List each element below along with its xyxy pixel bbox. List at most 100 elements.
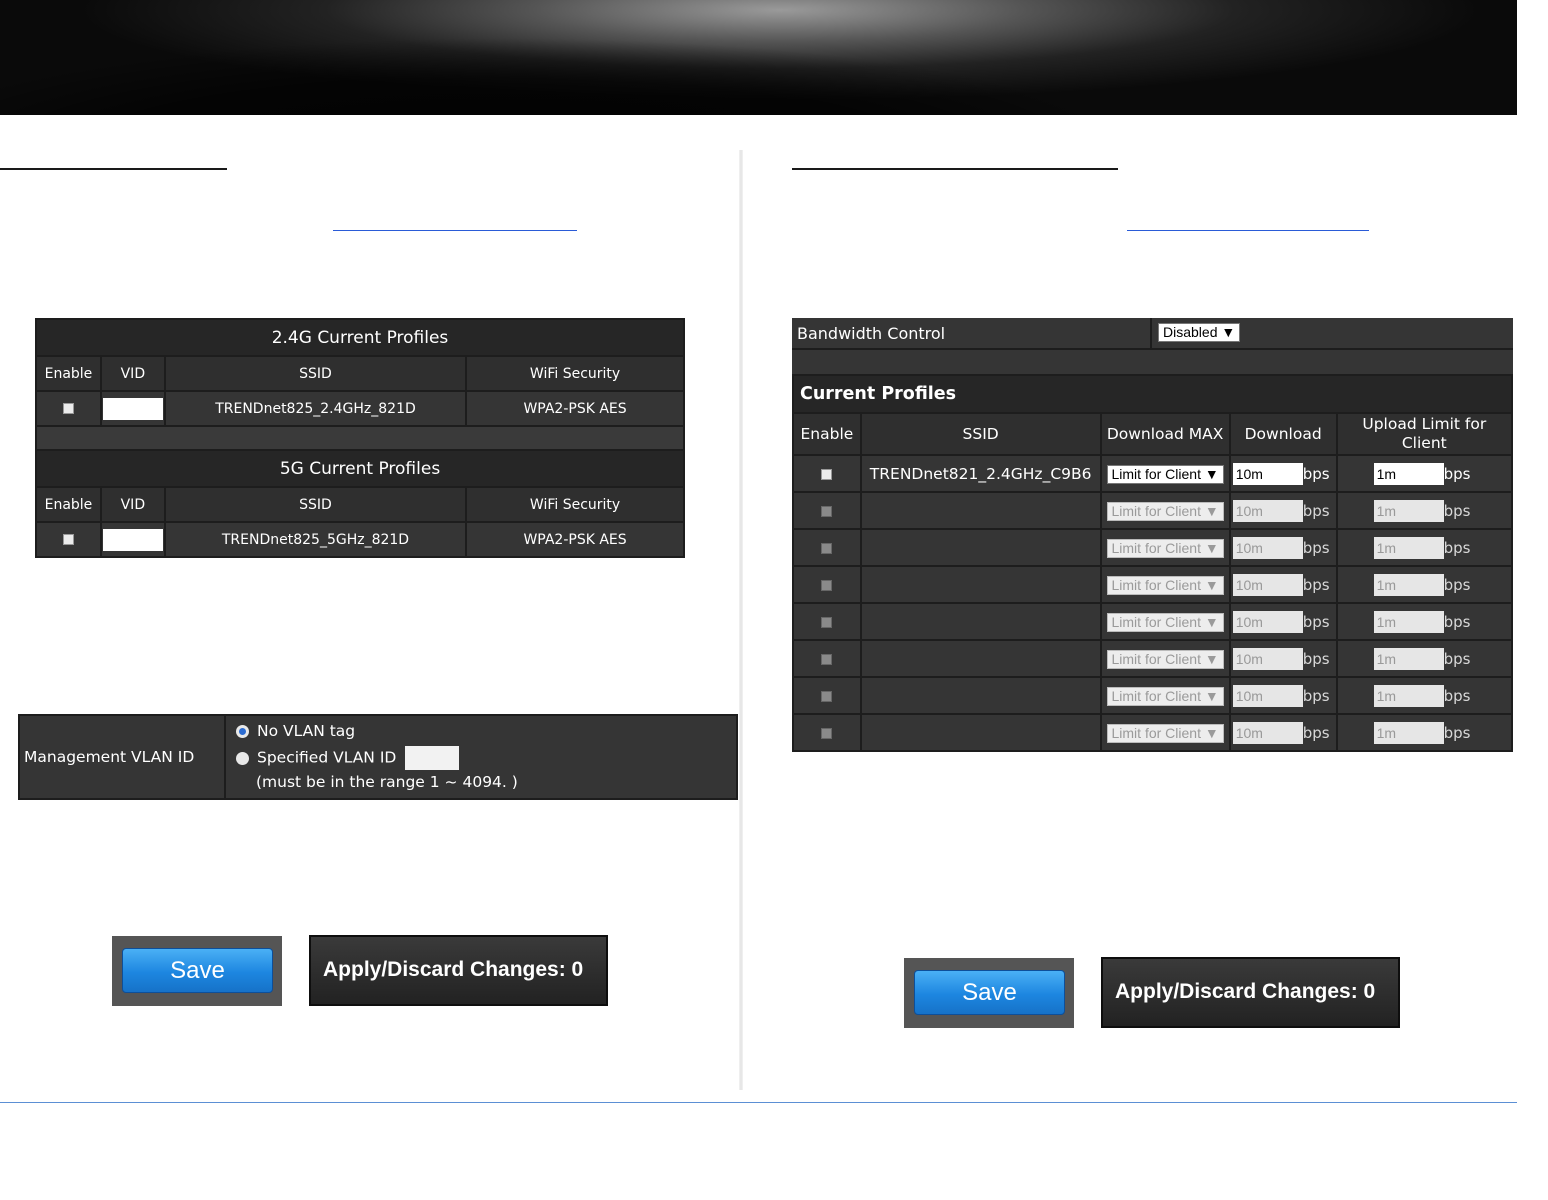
download-input[interactable]: 10m xyxy=(1232,721,1303,744)
enable-checkbox[interactable] xyxy=(821,506,833,517)
upload-unit: bps xyxy=(1443,649,1471,668)
table-row: Limit for Client ▼ 10m bps 1m bps xyxy=(792,639,1514,678)
table-row: Limit for Client ▼ 10m bps 1m bps xyxy=(792,528,1514,567)
enable-checkbox[interactable] xyxy=(821,617,833,628)
download-input[interactable]: 10m xyxy=(1232,536,1303,559)
management-vlan-label: Management VLAN ID xyxy=(20,716,226,798)
col-vid: VID xyxy=(99,355,166,392)
save-button[interactable]: Save xyxy=(914,970,1065,1015)
ssid-cell xyxy=(859,713,1102,752)
right-save-frame: Save xyxy=(904,958,1074,1028)
download-max-select[interactable]: Limit for Client ▼ xyxy=(1106,723,1224,743)
specified-vlan-label: Specified VLAN ID xyxy=(257,748,397,767)
ssid-cell xyxy=(859,602,1102,641)
ssid-cell xyxy=(859,565,1102,604)
enable-checkbox[interactable] xyxy=(62,403,74,414)
security-cell: WPA2-PSK AES xyxy=(465,390,685,427)
enable-checkbox[interactable] xyxy=(821,543,833,554)
security-cell: WPA2-PSK AES xyxy=(465,521,685,558)
download-unit: bps xyxy=(1302,612,1330,631)
upload-unit: bps xyxy=(1443,501,1471,520)
upload-input[interactable]: 1m xyxy=(1373,721,1444,744)
enable-checkbox[interactable] xyxy=(821,691,833,702)
apply-discard-button[interactable]: Apply/Discard Changes: 0 xyxy=(309,935,608,1006)
ssid-cell: TRENDnet821_2.4GHz_C9B6 xyxy=(859,454,1102,493)
col-enable: Enable xyxy=(792,412,862,456)
profiles-24g-header-row: Enable VID SSID WiFi Security xyxy=(35,355,685,392)
ssid-cell: TRENDnet825_5GHz_821D xyxy=(163,521,468,558)
upload-input[interactable]: 1m xyxy=(1373,499,1444,522)
download-unit: bps xyxy=(1302,649,1330,668)
apply-discard-button[interactable]: Apply/Discard Changes: 0 xyxy=(1101,957,1400,1028)
download-max-select[interactable]: Limit for Client ▼ xyxy=(1106,501,1224,521)
right-link-underline[interactable] xyxy=(1127,230,1369,231)
col-ssid: SSID xyxy=(163,486,468,523)
download-input[interactable]: 10m xyxy=(1232,462,1303,485)
download-input[interactable]: 10m xyxy=(1232,499,1303,522)
save-button[interactable]: Save xyxy=(122,948,273,993)
no-vlan-tag-option[interactable]: No VLAN tag xyxy=(236,722,355,740)
table-row: TRENDnet821_2.4GHz_C9B6 Limit for Client … xyxy=(792,454,1514,493)
col-ssid: SSID xyxy=(163,355,468,392)
spacer-row xyxy=(35,425,685,451)
download-input[interactable]: 10m xyxy=(1232,647,1303,670)
table-row: Limit for Client ▼ 10m bps 1m bps xyxy=(792,602,1514,641)
column-divider xyxy=(739,150,743,1090)
bandwidth-profiles-table: Current Profiles Enable SSID Download MA… xyxy=(792,374,1514,752)
enable-checkbox[interactable] xyxy=(821,469,833,480)
upload-input[interactable]: 1m xyxy=(1373,536,1444,559)
col-download-max: Download MAX xyxy=(1099,412,1231,456)
col-enable: Enable xyxy=(35,486,102,523)
upload-unit: bps xyxy=(1443,723,1471,742)
enable-checkbox[interactable] xyxy=(821,654,833,665)
table-row: Limit for Client ▼ 10m bps 1m bps xyxy=(792,565,1514,604)
specified-vlan-radio[interactable] xyxy=(236,751,249,765)
download-unit: bps xyxy=(1302,538,1330,557)
download-max-select[interactable]: Limit for Client ▼ xyxy=(1106,649,1224,669)
download-unit: bps xyxy=(1302,686,1330,705)
col-security: WiFi Security xyxy=(465,355,685,392)
table-row: Limit for Client ▼ 10m bps 1m bps xyxy=(792,491,1514,530)
upload-input[interactable]: 1m xyxy=(1373,610,1444,633)
download-input[interactable]: 10m xyxy=(1232,573,1303,596)
upload-input[interactable]: 1m xyxy=(1373,684,1444,707)
upload-unit: bps xyxy=(1443,686,1471,705)
download-max-select[interactable]: Limit for Client ▼ xyxy=(1106,464,1224,484)
download-unit: bps xyxy=(1302,575,1330,594)
download-max-select[interactable]: Limit for Client ▼ xyxy=(1106,686,1224,706)
header-banner-wave xyxy=(0,0,1517,115)
vid-input[interactable] xyxy=(102,528,163,551)
bandwidth-control-label: Bandwidth Control xyxy=(792,318,1152,350)
enable-checkbox[interactable] xyxy=(821,728,833,739)
enable-checkbox[interactable] xyxy=(821,580,833,591)
col-security: WiFi Security xyxy=(465,486,685,523)
left-save-frame: Save xyxy=(112,936,282,1006)
bandwidth-control-panel: Bandwidth Control Disabled ▼ xyxy=(792,318,1513,374)
download-input[interactable]: 10m xyxy=(1232,684,1303,707)
left-link-underline[interactable] xyxy=(333,230,577,231)
download-unit: bps xyxy=(1302,464,1330,483)
upload-input[interactable]: 1m xyxy=(1373,647,1444,670)
table-row: Limit for Client ▼ 10m bps 1m bps xyxy=(792,676,1514,715)
ssid-cell: TRENDnet825_2.4GHz_821D xyxy=(163,390,468,427)
vlan-range-note: (must be in the range 1 ~ 4094. ) xyxy=(256,773,518,791)
download-max-select[interactable]: Limit for Client ▼ xyxy=(1106,538,1224,558)
table-row: TRENDnet825_5GHz_821D WPA2-PSK AES xyxy=(35,521,685,558)
vid-input[interactable] xyxy=(102,397,163,420)
col-ssid: SSID xyxy=(859,412,1102,456)
upload-input[interactable]: 1m xyxy=(1373,573,1444,596)
download-max-select[interactable]: Limit for Client ▼ xyxy=(1106,575,1224,595)
vlan-id-input[interactable] xyxy=(405,746,460,770)
upload-input[interactable]: 1m xyxy=(1373,462,1444,485)
download-max-select[interactable]: Limit for Client ▼ xyxy=(1106,612,1224,632)
specified-vlan-option[interactable]: Specified VLAN ID xyxy=(236,746,460,770)
bandwidth-control-select[interactable]: Disabled ▼ xyxy=(1158,323,1241,342)
download-unit: bps xyxy=(1302,501,1330,520)
bandwidth-control-cell: Disabled ▼ xyxy=(1152,318,1513,350)
ssid-cell xyxy=(859,528,1102,567)
download-input[interactable]: 10m xyxy=(1232,610,1303,633)
table-row: TRENDnet825_2.4GHz_821D WPA2-PSK AES xyxy=(35,390,685,427)
enable-checkbox[interactable] xyxy=(62,534,74,545)
col-download: Download xyxy=(1228,412,1338,456)
no-vlan-tag-radio[interactable] xyxy=(236,725,249,738)
